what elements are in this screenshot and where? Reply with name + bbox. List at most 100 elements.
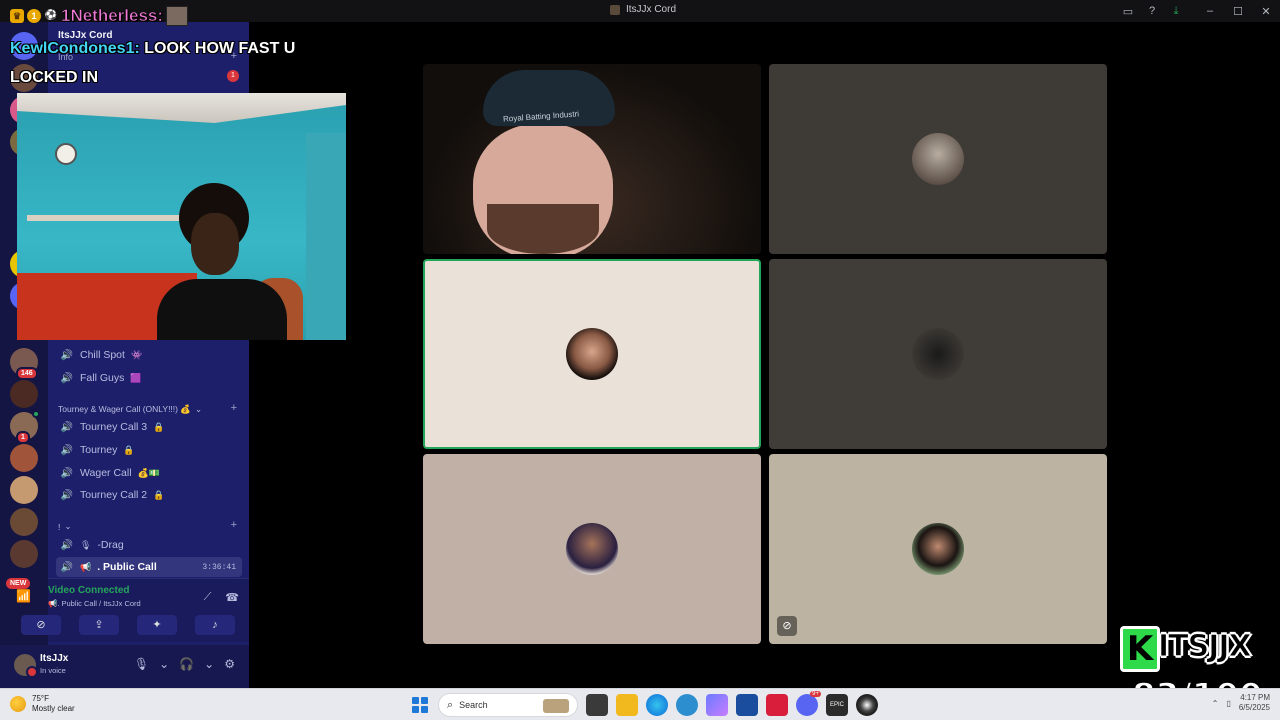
microphone-icon[interactable]: 🎙	[134, 657, 149, 671]
windows-taskbar: 75°F Mostly clear ⌕ Search 9+ EPIC ⌃ ▯ 4…	[0, 688, 1280, 720]
server-icon[interactable]	[10, 380, 38, 408]
noise-suppression-icon[interactable]: ⟋	[204, 591, 212, 604]
copilot-icon[interactable]	[706, 694, 728, 716]
channel-label: Fall Guys	[80, 372, 125, 384]
speaker-icon: 🔊	[60, 421, 74, 433]
maximize-icon[interactable]: ☐	[1224, 5, 1252, 18]
category-tourney[interactable]: Tourney & Wager Call (ONLY!!!) 💰 ⌄	[58, 404, 202, 415]
add-channel-icon[interactable]: +	[231, 519, 237, 531]
discord-badge: 9+	[810, 691, 821, 697]
channel-label: Tourney Call 2	[80, 489, 148, 501]
voice-channel-drag[interactable]: 🔊 🎙 -Drag	[56, 535, 242, 555]
weather-icon	[10, 696, 26, 712]
money-icon: 💰💵	[137, 467, 160, 478]
streamer-webcam	[17, 93, 346, 340]
screen-share-icon[interactable]: ⇪	[79, 615, 119, 635]
taskbar-clock[interactable]: 4:17 PM 6/5/2025	[1239, 693, 1270, 713]
channel-label: -Drag	[97, 539, 124, 551]
mic-emoji: 🎙	[80, 539, 92, 550]
windows-start-icon[interactable]	[410, 695, 430, 715]
download-icon[interactable]: ⤓	[1164, 5, 1188, 18]
headphones-icon[interactable]: 🎧	[179, 657, 194, 671]
add-channel-icon[interactable]: +	[231, 402, 237, 414]
chevron-down-icon[interactable]: ⌄	[159, 657, 169, 671]
chat-sender: KewlCondones1:	[10, 40, 140, 57]
pocket-icon[interactable]	[766, 694, 788, 716]
channel-label: Tourney Call 3	[80, 421, 148, 433]
disconnect-icon[interactable]: ☎	[225, 591, 239, 604]
badge-icon: 1	[27, 9, 41, 23]
chat-message: KewlCondones1: LOOK HOW FAST U LOCKED IN	[10, 34, 310, 92]
chat-avatar	[166, 6, 189, 26]
video-tile-speaking[interactable]	[423, 259, 761, 449]
server-icon[interactable]: 1	[10, 410, 40, 444]
voice-channel-tourney[interactable]: 🔊 Tourney 🔒	[56, 440, 242, 460]
chevron-up-icon[interactable]: ⌃	[1212, 699, 1219, 708]
activities-icon[interactable]: ✦	[137, 615, 177, 635]
taskbar-search[interactable]: ⌕ Search	[438, 693, 578, 717]
camera-off-icon[interactable]: ⊘	[21, 615, 61, 635]
server-icon[interactable]	[10, 444, 38, 472]
help-icon[interactable]: ?	[1140, 5, 1164, 17]
minimize-icon[interactable]: –	[1196, 5, 1224, 18]
gear-icon[interactable]: ⚙	[224, 657, 235, 671]
voice-channel-wager-call[interactable]: 🔊 Wager Call 💰💵	[56, 463, 242, 483]
voice-channel-tourney-call-3[interactable]: 🔊 Tourney Call 3 🔒	[56, 417, 242, 437]
edge-icon[interactable]	[646, 694, 668, 716]
new-badge: NEW	[6, 578, 31, 589]
signal-icon[interactable]: 📶	[16, 589, 31, 603]
battery-icon[interactable]: ▯	[1226, 699, 1230, 708]
kick-logo: K	[1120, 626, 1160, 672]
channel-emoji: 👾	[130, 349, 143, 360]
username[interactable]: ItsJJx	[40, 653, 68, 664]
video-tile[interactable]	[769, 259, 1107, 449]
close-icon[interactable]: ✕	[1252, 5, 1280, 18]
video-tile[interactable]	[423, 454, 761, 644]
participant-avatar	[566, 523, 618, 575]
speaker-icon: 🔊	[60, 539, 74, 551]
voice-channel-chill-spot[interactable]: 🔊 Chill Spot 👾	[56, 345, 242, 365]
soundboard-icon[interactable]: ♪	[195, 615, 235, 635]
avatar[interactable]	[14, 654, 38, 678]
server-icon[interactable]	[10, 508, 38, 536]
window-title: ItsJJx Cord	[610, 4, 676, 15]
app-icon[interactable]	[676, 694, 698, 716]
chevron-down-icon[interactable]: ⌄	[204, 657, 214, 671]
category-misc[interactable]: ! ⌄	[58, 521, 72, 532]
store-icon[interactable]	[736, 694, 758, 716]
temperature: 75°F	[32, 694, 49, 703]
participant-avatar	[912, 523, 964, 575]
user-panel: ItsJJx In voice 🎙 ⌄ 🎧 ⌄ ⚙	[0, 645, 249, 688]
obs-icon[interactable]	[856, 694, 878, 716]
stream-badge: K ITSJJX	[1120, 626, 1278, 676]
weather-widget[interactable]: 75°F Mostly clear	[10, 694, 75, 714]
clock-date: 6/5/2025	[1238, 703, 1270, 712]
participant-avatar	[566, 328, 618, 380]
window-titlebar: ItsJJx Cord ▭ ? ⤓ – ☐ ✕	[0, 0, 1280, 22]
epic-games-icon[interactable]: EPIC	[826, 694, 848, 716]
voice-channel-fall-guys[interactable]: 🔊 Fall Guys 🟪	[56, 368, 242, 388]
video-tile[interactable]	[769, 64, 1107, 254]
task-view-icon[interactable]	[586, 694, 608, 716]
server-icon[interactable]	[10, 476, 38, 504]
server-icon[interactable]	[10, 540, 38, 568]
file-explorer-icon[interactable]	[616, 694, 638, 716]
voice-location[interactable]: 📢. Public Call / ItsJJx Cord	[48, 599, 141, 608]
voice-status[interactable]: Video Connected	[48, 585, 130, 596]
server-icon	[610, 4, 620, 15]
voice-channel-tourney-call-2[interactable]: 🔊 Tourney Call 2 🔒	[56, 485, 242, 505]
discord-icon[interactable]: 9+	[796, 691, 821, 716]
video-tile[interactable]: ⊘	[769, 454, 1107, 644]
system-tray: ⌃ ▯ 4:17 PM 6/5/2025	[1212, 693, 1270, 713]
chat-username: 1Netherless:	[61, 6, 164, 26]
speaker-icon: 🔊	[60, 444, 74, 456]
server-icon[interactable]: 146	[10, 348, 38, 380]
voice-channel-public-call[interactable]: 🔊 📢 . Public Call 3:36:41	[56, 557, 242, 577]
video-tile-camera[interactable]: Royal Batting Industri	[423, 64, 761, 254]
category-label: Tourney & Wager Call (ONLY!!!) 💰	[58, 404, 191, 414]
speaker-icon: 🔊	[60, 467, 74, 479]
clock-time: 4:17 PM	[1240, 693, 1270, 702]
inbox-icon[interactable]: ▭	[1116, 5, 1140, 18]
window-title-text: ItsJJx Cord	[626, 4, 677, 15]
speaker-icon: 🔊	[60, 372, 74, 384]
